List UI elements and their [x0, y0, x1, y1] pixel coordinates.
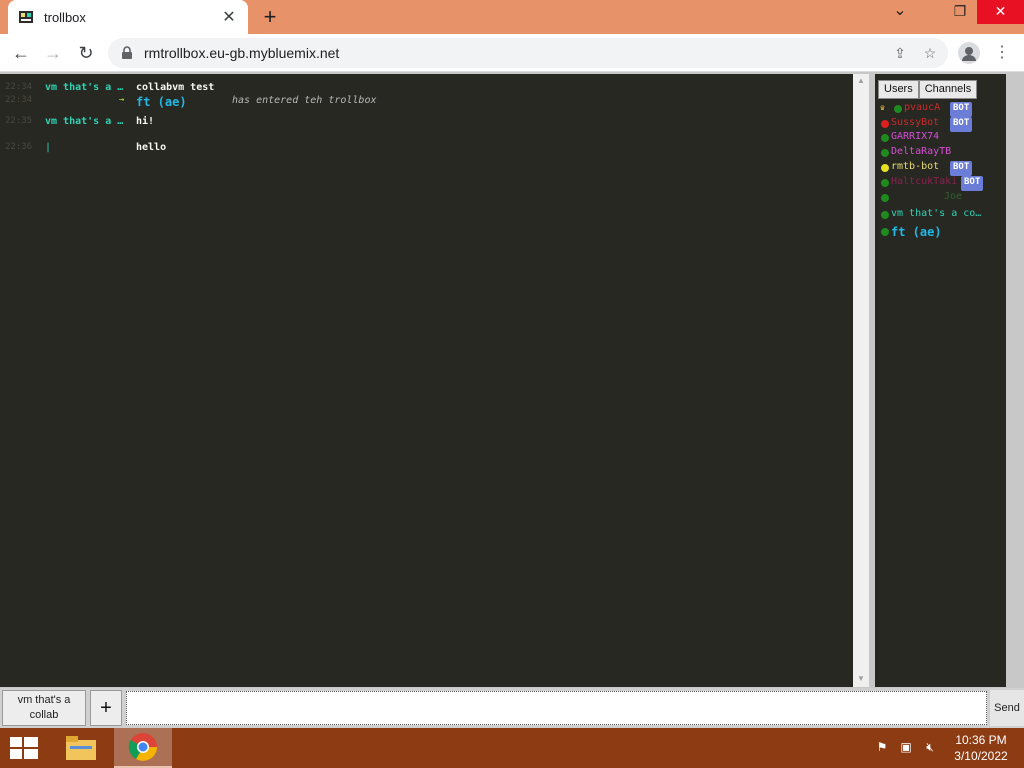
message-input[interactable]	[126, 691, 987, 725]
browser-tab-active[interactable]: trollbox ✕	[8, 0, 248, 34]
user-list-item[interactable]: DeltaRayTB	[880, 146, 1005, 160]
crown-icon: ♛	[880, 103, 885, 112]
user-list-item[interactable]: HaltcukTaki BOT	[880, 176, 1005, 191]
tab-users[interactable]: Users	[878, 80, 919, 99]
user-name[interactable]: HaltcukTaki	[891, 176, 957, 187]
taskbar-clock[interactable]: 10:36 PM 3/10/2022	[946, 732, 1016, 764]
browser-toolbar: ← → ↻ rmtrollbox.eu-gb.mybluemix.net ⇪ ☆…	[0, 34, 1024, 72]
tab-close-icon[interactable]: ✕	[220, 7, 238, 27]
status-dot-icon	[881, 134, 889, 142]
message-nick[interactable]: ft (ae)	[136, 95, 187, 109]
user-name[interactable]: pvaucA	[904, 102, 940, 113]
profile-avatar-icon[interactable]	[958, 42, 980, 64]
user-list-item[interactable]: GARRIX74	[880, 131, 1005, 145]
user-name[interactable]: SussyBot	[891, 117, 939, 128]
user-list-item[interactable]: ft (ae)	[880, 225, 1005, 239]
user-list-item[interactable]: vm that's a collab	[880, 208, 1005, 222]
bot-badge: BOT	[950, 161, 973, 176]
input-bar: vm that's a collab + Send	[0, 688, 1024, 728]
bot-badge: BOT	[950, 102, 973, 117]
bookmark-star-icon[interactable]: ☆	[918, 45, 942, 62]
users-scrollbar[interactable]	[1006, 74, 1024, 687]
tab-search-chevron-icon[interactable]: ⌄	[880, 0, 920, 24]
browser-menu-icon[interactable]: ⋮	[994, 42, 1010, 62]
scroll-down-icon[interactable]: ▼	[853, 674, 869, 683]
network-icon[interactable]: ▣	[898, 740, 914, 756]
message-time: 22:35	[5, 116, 33, 126]
share-icon[interactable]: ⇪	[888, 45, 912, 62]
chat-message: 22:34 vm that's a collab collabvm test	[0, 82, 853, 96]
user-list-item[interactable]: Joe	[880, 191, 1005, 205]
tab-title: trollbox	[44, 9, 86, 25]
message-text: hello	[136, 142, 167, 153]
bot-badge: BOT	[950, 117, 973, 132]
clock-date: 3/10/2022	[954, 749, 1008, 763]
status-dot-icon	[881, 120, 889, 128]
message-time: 22:34	[5, 95, 33, 105]
forward-arrow-icon[interactable]: →	[40, 40, 66, 66]
file-explorer-icon[interactable]	[52, 728, 110, 768]
chat-message: 22:36 | hello	[0, 142, 853, 156]
trollbox-favicon-icon	[18, 9, 34, 25]
flag-warning-icon[interactable]: ⚑	[874, 740, 890, 756]
user-name[interactable]: ft (ae)	[891, 225, 942, 239]
chat-scrollbar[interactable]: ▲ ▼	[853, 74, 869, 687]
room-tab[interactable]: vm that's a collab	[2, 690, 86, 726]
clock-time: 10:36 PM	[955, 733, 1007, 747]
status-dot-icon	[894, 105, 902, 113]
url-text[interactable]: rmtrollbox.eu-gb.mybluemix.net	[144, 45, 888, 61]
windows-start-icon[interactable]	[10, 737, 38, 759]
close-window-icon[interactable]: ✕	[977, 0, 1024, 24]
restore-window-icon[interactable]: ❐	[940, 0, 980, 24]
message-text: collabvm test	[136, 82, 215, 93]
browser-tabstrip: trollbox ✕ + ⌄ ❐ ✕	[0, 0, 1024, 34]
new-tab-button[interactable]: +	[256, 4, 284, 30]
status-dot-icon	[881, 211, 889, 219]
message-nick[interactable]: vm that's a collab	[45, 116, 129, 127]
status-dot-icon	[881, 164, 889, 172]
add-room-button[interactable]: +	[90, 690, 122, 726]
user-name[interactable]: rmtb-bot	[891, 161, 939, 172]
status-dot-icon	[881, 179, 889, 187]
chat-log: 22:34 vm that's a collab collabvm test 2…	[0, 74, 853, 687]
chat-message: 22:35 vm that's a collab hi!	[0, 116, 853, 130]
join-text: has entered teh trollbox	[232, 95, 377, 106]
status-dot-icon	[881, 228, 889, 236]
chrome-taskbar-icon[interactable]	[114, 728, 172, 768]
bot-badge: BOT	[961, 176, 984, 191]
user-name[interactable]: Joe	[944, 191, 962, 202]
users-panel: Users Channels ♛ pvaucA BOT SussyBot BOT GARR…	[875, 74, 1006, 687]
user-list-item[interactable]: SussyBot BOT	[880, 117, 1005, 132]
user-name[interactable]: vm that's a collab	[891, 208, 983, 219]
message-nick[interactable]: vm that's a collab	[45, 82, 129, 93]
message-time: 22:36	[5, 142, 33, 152]
tab-channels[interactable]: Channels	[918, 80, 978, 99]
user-name[interactable]: DeltaRayTB	[891, 146, 951, 157]
back-arrow-icon[interactable]: ←	[8, 40, 34, 66]
room-tab-label: vm that's a	[17, 694, 71, 706]
chat-join-notice: 22:34 → ft (ae) has entered teh trollbox	[0, 95, 853, 109]
user-list-item[interactable]: ♛ pvaucA BOT	[880, 102, 1005, 117]
scroll-up-icon[interactable]: ▲	[853, 76, 869, 85]
join-arrow-icon: →	[119, 95, 125, 105]
address-bar[interactable]: rmtrollbox.eu-gb.mybluemix.net ⇪ ☆	[108, 38, 948, 68]
user-name[interactable]: GARRIX74	[891, 131, 939, 142]
message-nick: |	[45, 142, 52, 153]
send-button[interactable]: Send	[990, 690, 1024, 726]
windows-taskbar: ⚑ ▣ 🔇︎ 10:36 PM 3/10/2022	[0, 728, 1024, 768]
status-dot-icon	[881, 149, 889, 157]
message-time: 22:34	[5, 82, 33, 92]
trollbox-page: 22:34 vm that's a collab collabvm test 2…	[0, 72, 1024, 728]
message-text: hi!	[136, 116, 155, 127]
user-list-item[interactable]: rmtb-bot BOT	[880, 161, 1005, 176]
volume-muted-icon[interactable]: 🔇︎	[922, 740, 938, 756]
reload-icon[interactable]: ↻	[73, 40, 99, 66]
lock-icon[interactable]	[120, 46, 134, 60]
room-tab-label: collab	[29, 709, 59, 721]
status-dot-icon	[881, 194, 889, 202]
panel-tabs: Users Channels	[878, 80, 978, 99]
